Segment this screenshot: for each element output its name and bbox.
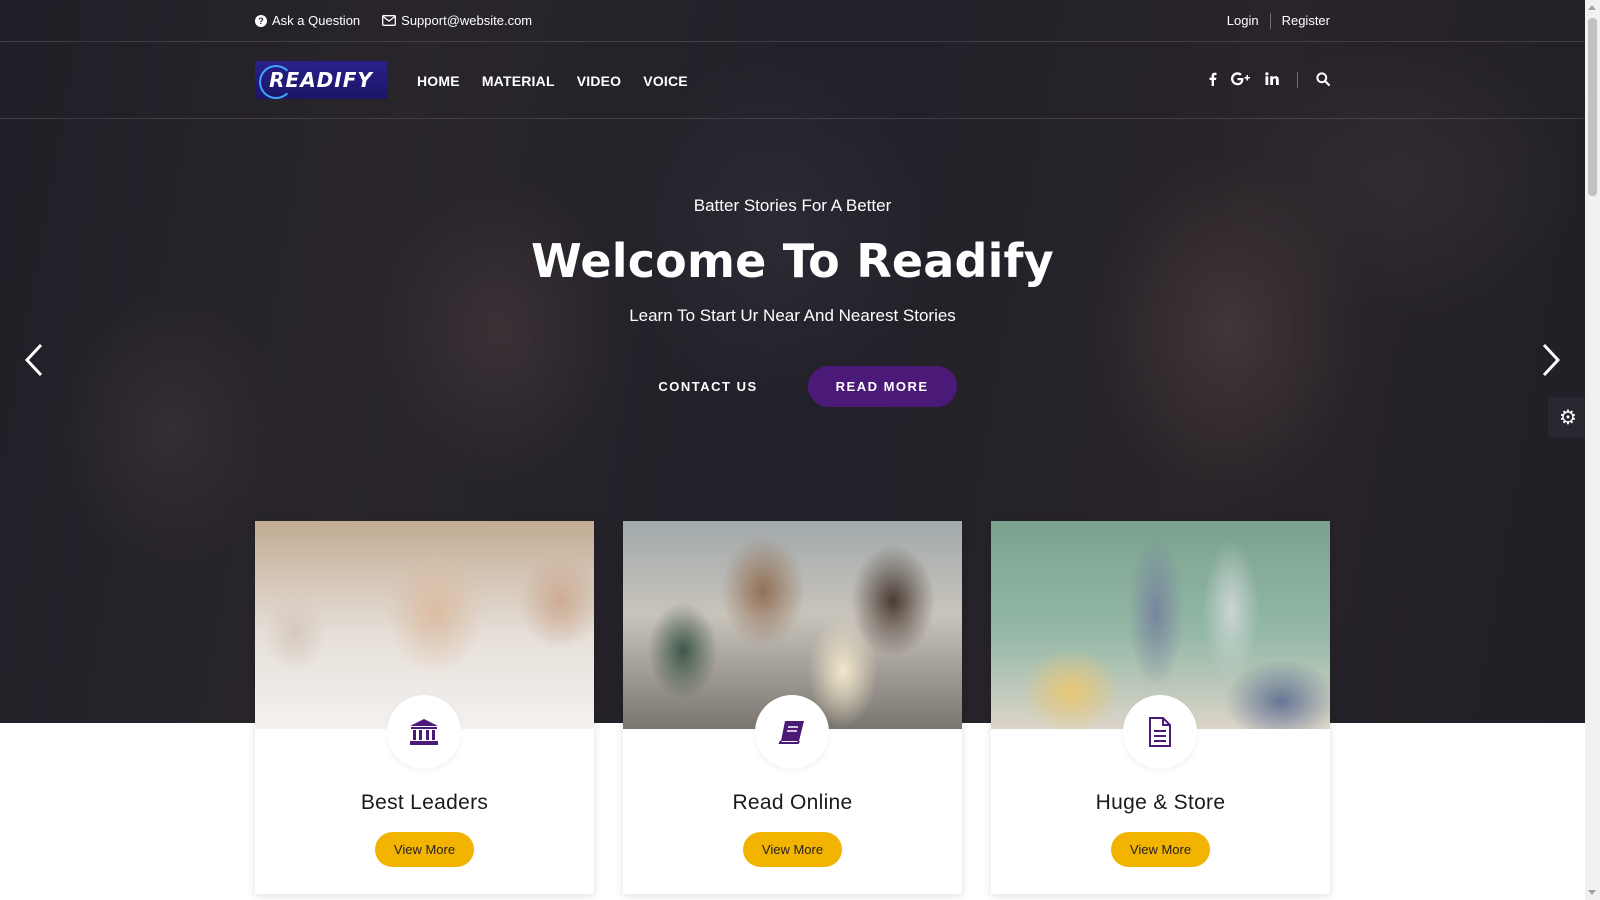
scroll-up-arrow-icon[interactable] [1588,5,1596,10]
document-icon [1123,695,1197,769]
google-plus-icon[interactable] [1231,71,1251,89]
view-more-button[interactable]: View More [374,832,475,867]
page-scrollbar[interactable] [1585,0,1600,900]
feature-cards: Best Leaders View More Read Online View … [255,521,1330,894]
top-bar-left: ? Ask a Question Support@website.com [255,13,532,28]
logo-text: READIFY [269,68,373,92]
bank-icon [387,695,461,769]
feature-card: Huge & Store View More [991,521,1330,894]
question-icon: ? [255,14,267,27]
top-bar-right: Login Register [1227,12,1330,29]
slider-next-arrow-icon[interactable] [1535,340,1565,380]
scrollbar-thumb[interactable] [1588,18,1597,196]
navbar: READIFY HOME MATERIAL VIDEO VOICE [255,42,1331,118]
search-icon[interactable] [1316,71,1331,89]
login-register-divider [1269,12,1271,29]
hero-content: Batter Stories For A Better Welcome To R… [0,196,1585,407]
settings-toggle[interactable]: ⚙ [1548,397,1588,437]
nav-item-voice[interactable]: VOICE [643,73,688,89]
card-title: Huge & Store [1095,791,1226,814]
slider-prev-arrow-icon[interactable] [20,340,50,380]
navbar-divider [0,118,1585,119]
site-logo[interactable]: READIFY [255,61,387,99]
linkedin-icon[interactable] [1265,72,1279,88]
view-more-button[interactable]: View More [742,832,843,867]
feature-card: Read Online View More [623,521,962,894]
view-more-button[interactable]: View More [1110,832,1211,867]
nav-right [1208,71,1331,89]
ask-question-link[interactable]: ? Ask a Question [255,13,360,28]
book-icon [755,695,829,769]
top-bar: ? Ask a Question Support@website.com Log… [255,0,1330,41]
card-title: Read Online [732,791,853,814]
support-email-link[interactable]: Support@website.com [382,13,532,28]
scroll-down-arrow-icon[interactable] [1588,890,1596,895]
hero-subtitle: Learn To Start Ur Near And Nearest Stori… [629,306,956,325]
read-more-button[interactable]: READ MORE [807,366,957,407]
nav-item-material[interactable]: MATERIAL [482,73,555,89]
support-email-label: Support@website.com [401,13,533,28]
nav-icons-divider [1297,72,1298,88]
hero-buttons: CONTACT US READ MORE [0,366,1585,407]
gear-icon: ⚙ [1559,406,1577,429]
envelope-icon [382,15,397,26]
feature-card: Best Leaders View More [255,521,594,894]
login-link[interactable]: Login [1227,13,1259,28]
nav-item-video[interactable]: VIDEO [577,73,622,89]
register-link[interactable]: Register [1282,13,1330,28]
nav-item-home[interactable]: HOME [417,73,460,89]
contact-us-button[interactable]: CONTACT US [628,366,787,407]
main-menu: HOME MATERIAL VIDEO VOICE [417,73,688,89]
card-title: Best Leaders [360,791,489,814]
facebook-icon[interactable] [1208,72,1217,89]
hero-pretitle: Batter Stories For A Better [693,196,892,215]
ask-question-label: Ask a Question [272,13,361,28]
hero-title: Welcome To Readify [531,234,1054,288]
